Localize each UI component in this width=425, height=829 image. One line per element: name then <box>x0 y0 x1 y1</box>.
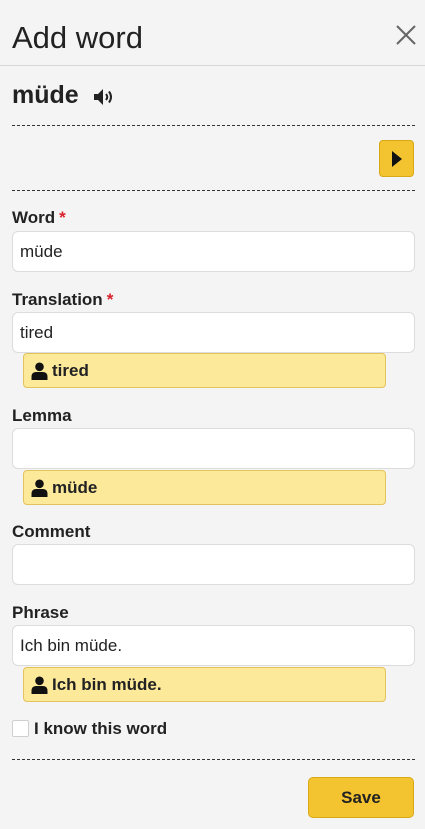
required-mark: * <box>106 290 114 309</box>
translation-input[interactable] <box>12 312 415 353</box>
user-icon <box>31 362 48 380</box>
comment-input[interactable] <box>12 544 415 585</box>
user-icon <box>31 479 48 497</box>
lemma-label: Lemma <box>12 406 72 425</box>
know-word-checkbox[interactable] <box>12 720 29 737</box>
word-heading: müde <box>12 81 79 109</box>
suggestion-text: tired <box>52 361 89 380</box>
comment-label: Comment <box>12 522 91 541</box>
translation-label: Translation * <box>12 290 114 309</box>
suggestion-text: müde <box>52 478 98 497</box>
save-button[interactable]: Save <box>308 777 414 818</box>
required-mark: * <box>59 208 66 227</box>
divider <box>12 759 415 760</box>
panel-title: Add word <box>12 20 143 55</box>
suggestion-text: Ich bin müde. <box>52 675 162 694</box>
play-icon <box>392 151 402 167</box>
lemma-suggestion[interactable]: müde <box>23 470 386 505</box>
phrase-label: Phrase <box>12 603 69 622</box>
header: Add word <box>0 0 425 66</box>
speaker-icon[interactable] <box>92 87 116 107</box>
translation-suggestion[interactable]: tired <box>23 353 386 388</box>
close-icon[interactable] <box>395 24 417 46</box>
word-input[interactable] <box>12 231 415 272</box>
user-icon <box>31 676 48 694</box>
divider <box>12 125 415 126</box>
play-button[interactable] <box>379 140 414 177</box>
word-label: Word * <box>12 208 66 227</box>
phrase-suggestion[interactable]: Ich bin müde. <box>23 667 386 702</box>
divider <box>12 190 415 191</box>
phrase-input[interactable] <box>12 625 415 666</box>
lemma-input[interactable] <box>12 428 415 469</box>
know-word-label[interactable]: I know this word <box>34 719 167 739</box>
